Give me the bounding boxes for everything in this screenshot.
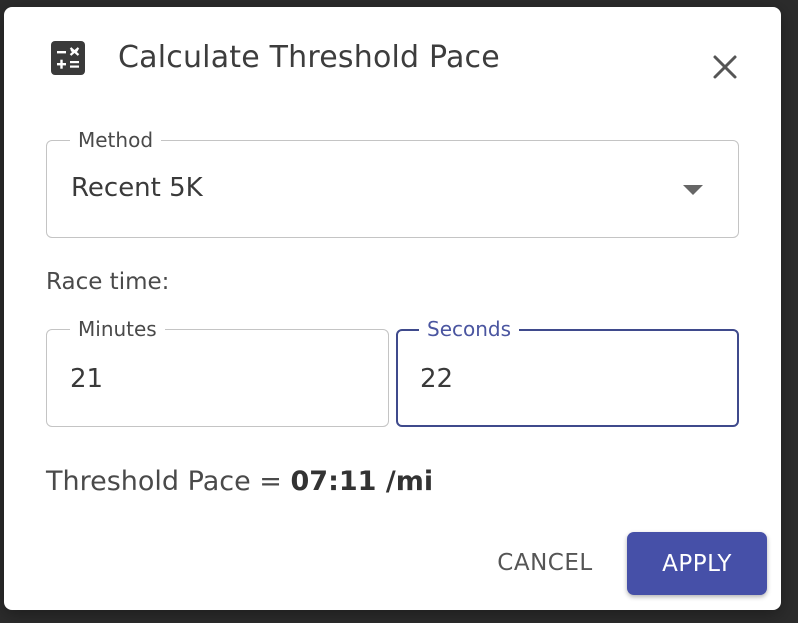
minutes-input[interactable]: Minutes 21 [46,317,389,427]
method-label: Method [70,128,162,152]
apply-button[interactable]: APPLY [627,532,767,595]
method-value: Recent 5K [71,173,203,203]
result-value: 07:11 /mi [290,466,434,497]
seconds-label: Seconds [419,317,520,341]
dialog-title: Calculate Threshold Pace [118,40,500,75]
race-time-label: Race time: [46,269,170,295]
calculator-icon [51,41,85,75]
seconds-value: 22 [420,364,454,394]
close-icon[interactable] [707,49,743,85]
minutes-value: 21 [70,364,104,394]
method-select[interactable]: Method Recent 5K [46,128,739,238]
seconds-input[interactable]: Seconds 22 [396,317,739,427]
minutes-label: Minutes [70,317,165,341]
dropdown-arrow-icon[interactable] [683,185,703,195]
result-prefix: Threshold Pace = [46,466,291,497]
cancel-button[interactable]: CANCEL [480,535,610,591]
threshold-pace-dialog: Calculate Threshold Pace Method Recent 5… [4,7,781,610]
threshold-pace-result: Threshold Pace = 07:11 /mi [46,466,433,497]
